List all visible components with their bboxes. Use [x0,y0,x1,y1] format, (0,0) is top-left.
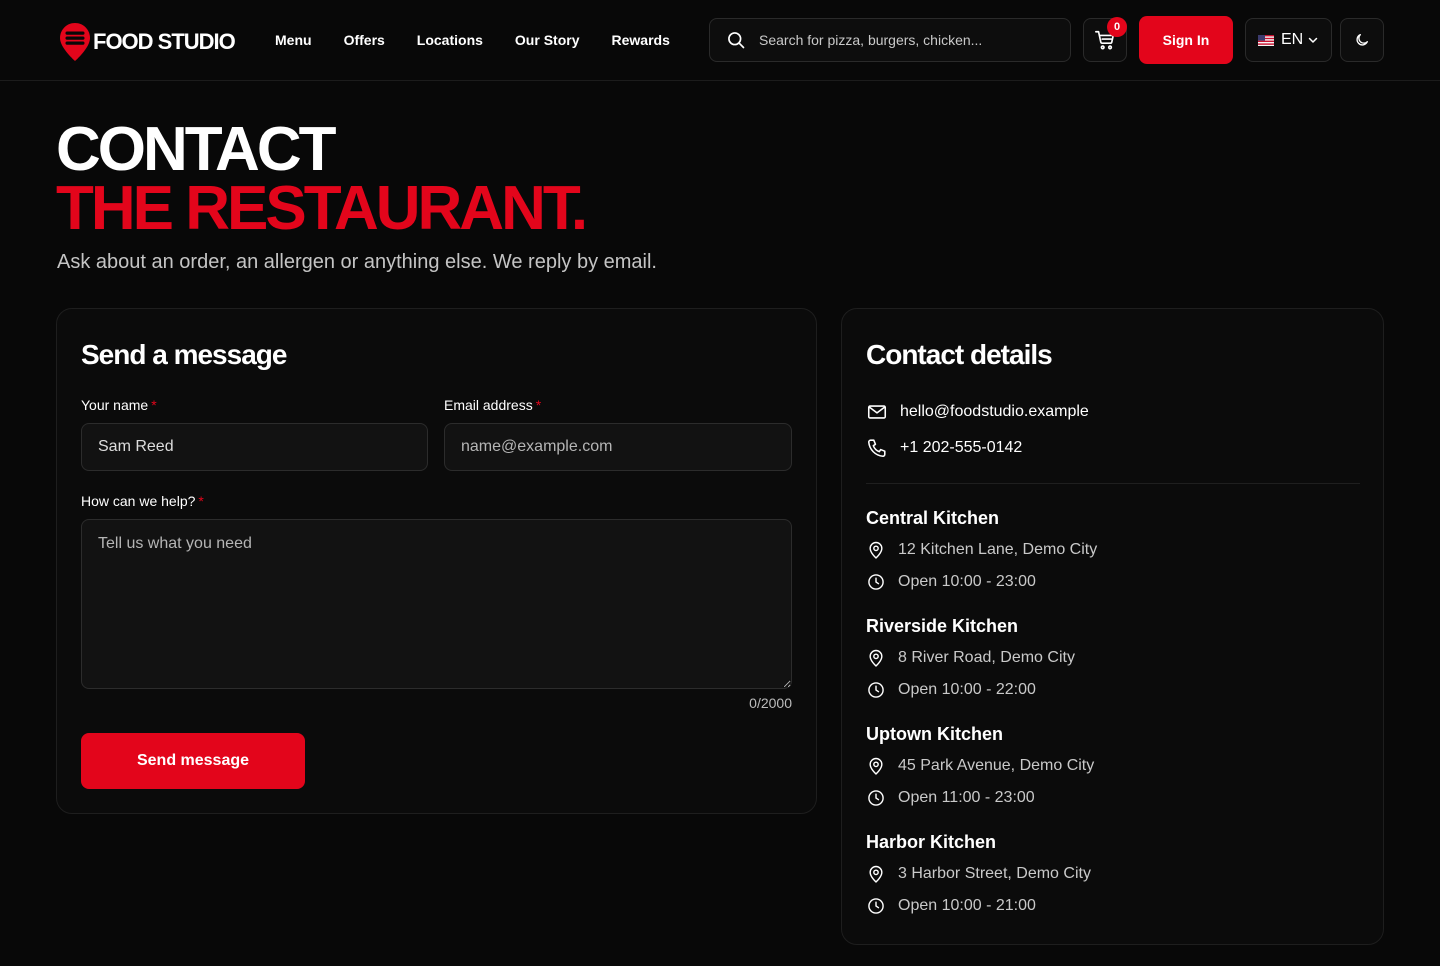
kitchen-hours: Open 10:00 - 21:00 [866,896,1360,916]
clock-icon [868,574,884,590]
kitchen-name: Uptown Kitchen [866,724,1003,744]
nav-offers[interactable]: Offers [344,31,385,49]
clock-icon [868,682,884,698]
contact-phone[interactable]: +1 202-555-0142 [866,437,1022,459]
location-pin-icon [869,865,883,883]
email-label-text: Email address [444,397,533,413]
kitchen-hours-text: Open 11:00 - 23:00 [898,789,1035,806]
cart-count-badge: 0 [1107,17,1127,37]
kitchen-hours: Open 10:00 - 22:00 [866,680,1360,700]
location-pin-icon [869,757,883,775]
clock-icon [868,790,884,806]
kitchen-name: Central Kitchen [866,508,1000,528]
name-label: Your name * [81,396,157,414]
theme-toggle-button[interactable] [1340,18,1384,62]
kitchen-address: 8 River Road, Demo City [866,648,1360,668]
brand-name: FOOD STUDIO [93,29,236,54]
search-bar [709,18,1071,62]
brand-logo[interactable]: FOOD STUDIO [59,22,236,62]
language-code: EN [1281,31,1304,48]
required-mark: * [198,493,204,509]
kitchen-address: 3 Harbor Street, Demo City [866,864,1360,884]
search-input[interactable] [759,32,1059,48]
mail-icon [867,405,887,419]
kitchen-name: Riverside Kitchen [866,616,1019,636]
email-input[interactable] [444,423,792,471]
character-counter: 0/2000 [749,695,792,711]
kitchen-hours-text: Open 10:00 - 21:00 [898,897,1036,914]
details-divider [866,483,1360,484]
message-textarea[interactable] [81,519,792,689]
location-pin-icon [869,649,883,667]
message-form-card: Send a message Your name* Email address*… [56,308,817,814]
kitchen-location: Riverside Kitchen 8 River Road, Demo Cit… [866,616,1360,700]
message-label-text: How can we help? [81,493,196,509]
name-label-text: Your name [81,397,149,413]
cart-button[interactable]: 0 [1083,17,1127,62]
name-input[interactable] [81,423,428,471]
email-label: Email address * [444,396,541,414]
chevron-down-icon [1308,37,1318,43]
clock-icon [868,898,884,914]
contact-email[interactable]: hello@foodstudio.example [866,401,1089,423]
contact-email-text: hello@foodstudio.example [900,403,1089,420]
nav-locations[interactable]: Locations [417,31,483,49]
language-selector[interactable]: EN [1245,18,1332,62]
kitchen-address-text: 12 Kitchen Lane, Demo City [898,541,1098,558]
kitchen-address: 45 Park Avenue, Demo City [866,756,1360,776]
search-icon [728,32,745,49]
kitchen-hours: Open 11:00 - 23:00 [866,788,1360,808]
location-pin-icon [869,541,883,559]
logo-pin-icon [60,23,90,61]
kitchen-location: Harbor Kitchen 3 Harbor Street, Demo Cit… [866,832,1360,916]
kitchen-address-text: 3 Harbor Street, Demo City [898,865,1091,882]
hero-title-line-2: THE RESTAURANT. [56,174,588,243]
kitchen-hours: Open 10:00 - 23:00 [866,572,1360,592]
hero-title-line-1: CONTACT [56,115,336,184]
required-mark: * [535,397,542,413]
details-title: Contact details [866,339,1053,370]
kitchen-address-text: 8 River Road, Demo City [898,649,1075,666]
phone-icon [867,439,886,458]
nav-menu[interactable]: Menu [275,31,312,49]
form-title: Send a message [81,339,287,370]
nav-our-story[interactable]: Our Story [515,31,580,49]
us-flag-icon [1258,34,1274,46]
message-label: How can we help? * [81,492,204,510]
sign-in-button[interactable]: Sign In [1139,16,1233,64]
kitchen-hours-text: Open 10:00 - 23:00 [898,573,1036,590]
hero-subtitle: Ask about an order, an allergen or anyth… [57,251,657,273]
kitchen-name: Harbor Kitchen [866,832,997,852]
contact-details-card: Contact details hello@foodstudio.example… [841,308,1384,945]
moon-icon [1356,34,1368,46]
send-message-button[interactable]: Send message [81,733,305,789]
kitchen-location: Uptown Kitchen 45 Park Avenue, Demo City… [866,724,1360,808]
contact-phone-text: +1 202-555-0142 [900,439,1023,456]
main-nav: Menu Offers Locations Our Story Rewards [275,31,670,49]
kitchen-location: Central Kitchen 12 Kitchen Lane, Demo Ci… [866,508,1360,592]
nav-rewards[interactable]: Rewards [612,31,670,49]
kitchen-hours-text: Open 10:00 - 22:00 [898,681,1036,698]
kitchen-address-text: 45 Park Avenue, Demo City [898,757,1095,774]
site-header: FOOD STUDIO Menu Offers Locations Our St… [0,0,1440,81]
kitchen-address: 12 Kitchen Lane, Demo City [866,540,1360,560]
required-mark: * [151,397,157,413]
